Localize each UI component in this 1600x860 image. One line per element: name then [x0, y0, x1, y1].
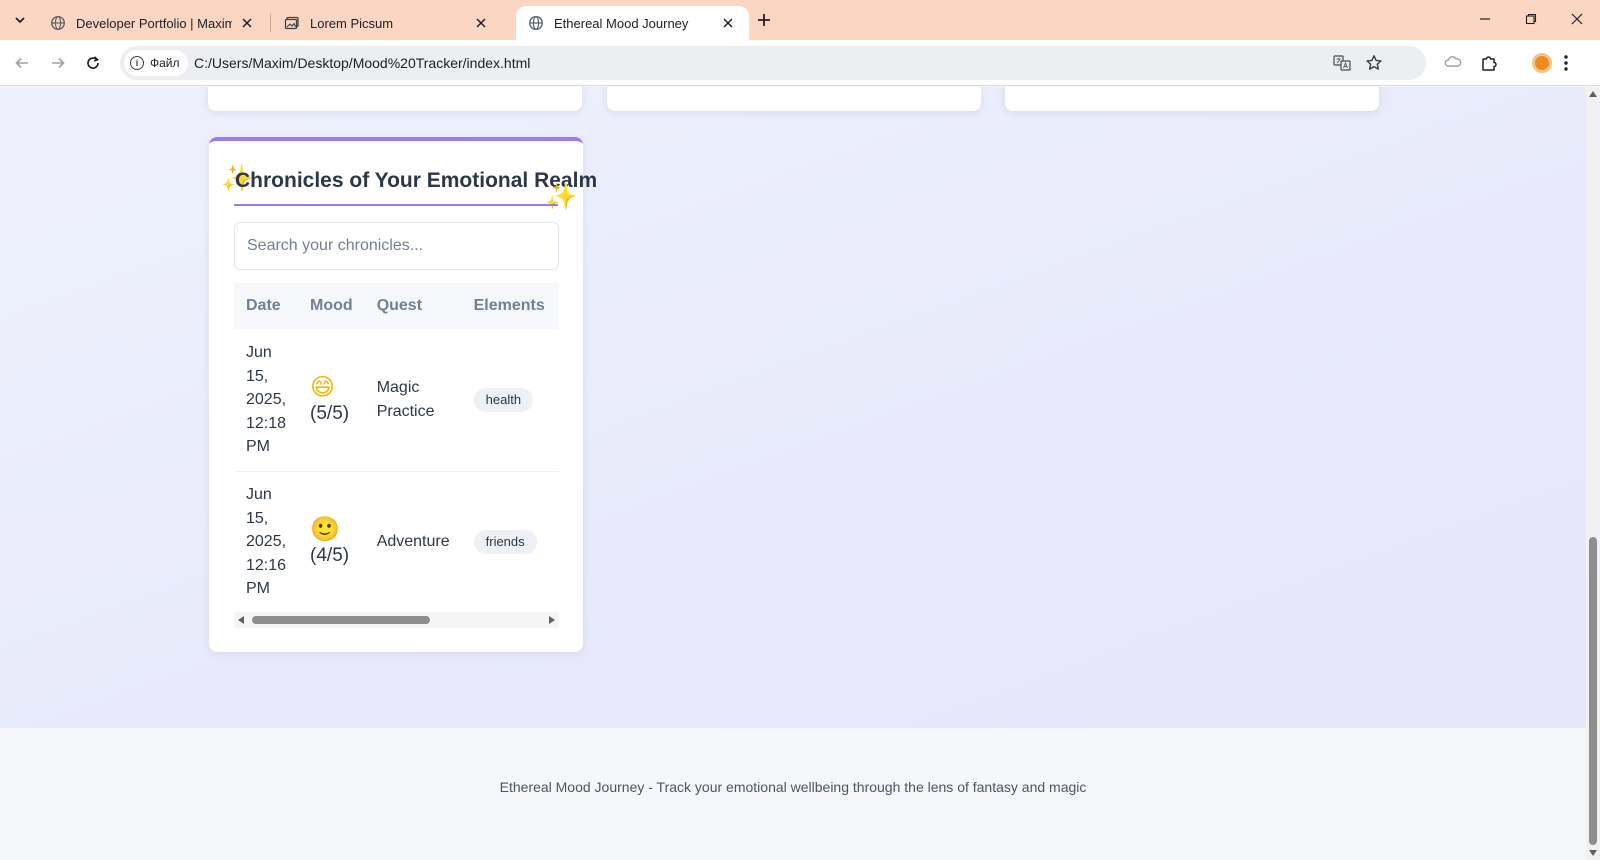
info-icon: i [130, 56, 144, 70]
address-bar[interactable]: i Файл C:/Users/Maxim/Desktop/Mood%20Tra… [120, 46, 1426, 80]
tab-title: Lorem Picsum [310, 15, 394, 31]
entry-mood: 🙂 (4/5) [298, 471, 365, 603]
image-icon [284, 15, 300, 31]
table-header-row: Date Mood Quest Elements [234, 283, 559, 329]
close-icon[interactable] [238, 14, 256, 32]
element-tag: health [473, 387, 534, 412]
minimize-icon [1480, 18, 1490, 20]
reload-icon [87, 56, 100, 69]
chronicles-table-container[interactable]: Date Mood Quest Elements Jun 15, 2025, 1… [234, 283, 559, 603]
table-horizontal-scrollbar[interactable] [234, 612, 559, 628]
close-window-button[interactable] [1554, 0, 1600, 38]
profile-avatar[interactable] [1532, 53, 1552, 73]
browser-menu-button[interactable] [1554, 51, 1578, 75]
browser-toolbar: i Файл C:/Users/Maxim/Desktop/Mood%20Tra… [0, 40, 1600, 86]
arrow-right-icon [52, 57, 65, 69]
mood-score: (4/5) [310, 545, 350, 567]
bookmark-button[interactable] [1362, 51, 1386, 75]
new-tab-button[interactable] [752, 8, 776, 32]
arrow-left-icon [15, 57, 28, 69]
minimize-button[interactable] [1462, 0, 1508, 38]
chronicles-search-input[interactable] [234, 222, 559, 270]
entry-date: Jun 15, 2025, 12:18 PM [234, 329, 299, 472]
extensions-button[interactable] [1477, 51, 1501, 75]
entry-elements: health [461, 329, 559, 472]
tab-lorem-picsum[interactable]: Lorem Picsum [272, 6, 502, 40]
page-vertical-scrollbar[interactable] [1586, 87, 1600, 860]
page-footer: Ethereal Mood Journey - Track your emoti… [0, 728, 1586, 860]
scroll-left-icon[interactable] [238, 616, 244, 624]
scrollbar-thumb[interactable] [1589, 537, 1597, 845]
chronicles-card: ✨ Chronicles of Your Emotional Realm ✨ D… [209, 137, 597, 652]
table-row: Jun 15, 2025, 12:18 PM 😄 (5/5) Magic Pra… [234, 329, 559, 472]
mood-score: (5/5) [310, 403, 350, 424]
tab-search-button[interactable] [8, 8, 32, 32]
grinning-face-icon: 😄 [310, 374, 336, 401]
star-icon [1366, 55, 1382, 70]
smiling-face-icon: 🙂 [310, 516, 340, 544]
globe-icon [528, 15, 544, 31]
restore-icon [1525, 13, 1537, 25]
chevron-down-icon [15, 17, 25, 24]
entry-mood: 😄 (5/5) [298, 329, 365, 472]
puzzle-icon [1482, 56, 1497, 71]
title-underline [234, 204, 558, 206]
browser-tab-bar: Developer Portfolio | Maxim Mk Lorem Pic… [0, 0, 1600, 40]
tab-developer-portfolio[interactable]: Developer Portfolio | Maxim Mk [38, 6, 268, 40]
column-header-date: Date [234, 283, 299, 329]
tab-ethereal-mood-journey[interactable]: Ethereal Mood Journey [516, 6, 749, 40]
globe-icon [50, 15, 66, 31]
extension-button[interactable] [1441, 51, 1465, 75]
tab-title: Developer Portfolio | Maxim Mk [76, 15, 232, 31]
translate-button[interactable] [1330, 51, 1354, 75]
tab-separator [270, 14, 271, 32]
restore-button[interactable] [1508, 0, 1554, 38]
previous-card [208, 87, 582, 111]
column-header-elements: Elements [461, 283, 559, 329]
entry-elements: friends [461, 471, 559, 603]
tab-title: Ethereal Mood Journey [554, 15, 689, 31]
previous-card [1005, 87, 1379, 111]
close-icon [1571, 13, 1583, 25]
scroll-up-icon[interactable] [1589, 91, 1597, 97]
chronicles-title: Chronicles of Your Emotional Realm [235, 169, 598, 192]
column-header-mood: Mood [298, 283, 365, 329]
previous-card [607, 87, 981, 111]
kebab-menu-icon [1564, 55, 1568, 71]
scroll-down-icon[interactable] [1589, 850, 1597, 856]
translate-icon [1333, 55, 1351, 71]
chronicles-table: Date Mood Quest Elements Jun 15, 2025, 1… [234, 283, 559, 603]
back-button[interactable] [10, 51, 34, 75]
site-chip-label: Файл [150, 56, 180, 70]
puzzle-cloud-icon [1444, 56, 1462, 67]
close-icon[interactable] [719, 14, 737, 32]
entry-quest: Magic Practice [364, 329, 462, 472]
entry-date: Jun 15, 2025, 12:16 PM [234, 471, 299, 603]
forward-button[interactable] [46, 51, 70, 75]
close-icon[interactable] [472, 14, 490, 32]
scrollbar-thumb[interactable] [252, 616, 430, 624]
footer-text: Ethereal Mood Journey - Track your emoti… [499, 779, 1087, 795]
table-row: Jun 15, 2025, 12:16 PM 🙂 (4/5) Adventure… [234, 471, 559, 603]
url-text[interactable]: C:/Users/Maxim/Desktop/Mood%20Tracker/in… [194, 46, 530, 80]
plus-icon [758, 14, 770, 26]
entry-quest: Adventure [364, 471, 462, 603]
element-tag: friends [473, 530, 537, 554]
scroll-right-icon[interactable] [549, 616, 555, 624]
site-info-chip[interactable]: i Файл [124, 50, 188, 76]
reload-button[interactable] [81, 51, 105, 75]
page-viewport: ✨ Chronicles of Your Emotional Realm ✨ D… [0, 87, 1586, 860]
column-header-quest: Quest [364, 283, 462, 329]
